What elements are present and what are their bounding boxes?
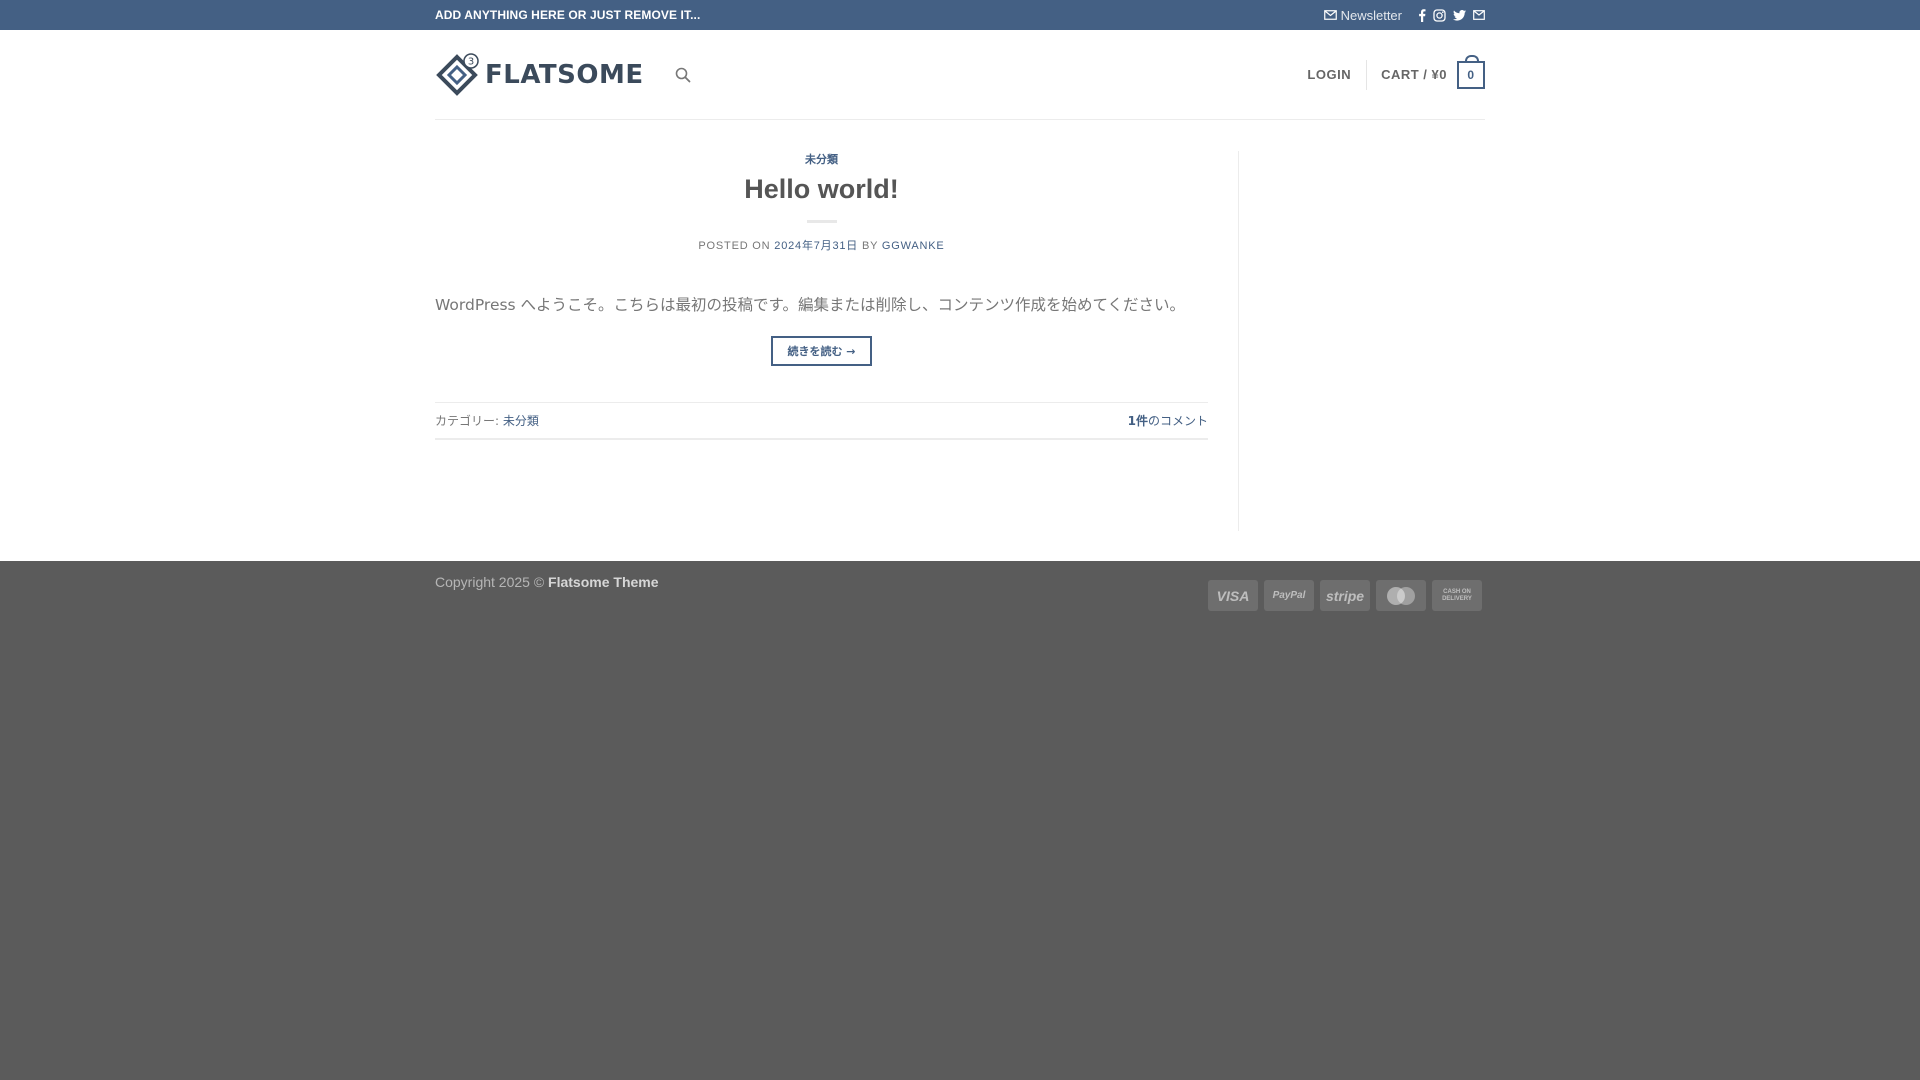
meta-author[interactable]: GGWANKE: [882, 240, 945, 252]
envelope-icon: [1323, 10, 1337, 20]
top-bar-notice: ADD ANYTHING HERE OR JUST REMOVE IT...: [435, 8, 701, 22]
comment-count: 1件: [1127, 414, 1148, 428]
cod-label: CASH ON DELIVERY: [1442, 588, 1472, 602]
comment-suffix: のコメント: [1147, 414, 1208, 428]
twitter-icon[interactable]: [1453, 9, 1466, 21]
newsletter-link[interactable]: Newsletter: [1323, 7, 1402, 23]
instagram-icon[interactable]: [1433, 8, 1446, 22]
copyright-brand[interactable]: Flatsome Theme: [548, 574, 658, 590]
paypal-icon: PayPal: [1264, 580, 1314, 611]
mastercard-icon: [1376, 580, 1426, 611]
login-link[interactable]: LOGIN: [1307, 59, 1368, 90]
footer-category-label: カテゴリー:: [435, 414, 500, 428]
meta-by: BY: [861, 240, 879, 252]
meta-date[interactable]: 2024年7月31日: [774, 240, 858, 252]
read-more-button[interactable]: 続きを読む →: [771, 336, 872, 366]
post-title[interactable]: Hello world!: [435, 174, 1208, 205]
newsletter-label: Newsletter: [1340, 7, 1402, 23]
post-excerpt: WordPress へようこそ。こちらは最初の投稿です。編集または削除し、コンテ…: [435, 296, 1186, 314]
copyright-prefix: Copyright 2025 ©: [435, 574, 545, 590]
cash-on-delivery-icon: CASH ON DELIVERY: [1432, 580, 1482, 611]
email-icon[interactable]: [1473, 10, 1485, 20]
post-meta: POSTED ON 2024年7月31日 BY GGWANKE: [435, 237, 1208, 253]
logo-text: FLATSOME: [485, 59, 644, 90]
meta-posted-on: POSTED ON: [698, 240, 771, 252]
site-header: 3 FLATSOME LOGIN CART / ¥0 0: [0, 30, 1920, 121]
logo-badge: 3: [468, 56, 474, 67]
stripe-icon: stripe: [1320, 580, 1370, 611]
flatsome-logo-icon: 3: [436, 52, 479, 96]
top-bar: ADD ANYTHING HERE OR JUST REMOVE IT... N…: [0, 0, 1920, 30]
paypal-label: PayPal: [1272, 590, 1306, 601]
cart-label: CART / ¥0: [1381, 67, 1447, 82]
sidebar-divider: [1238, 151, 1239, 531]
copyright: Copyright 2025 © Flatsome Theme: [435, 574, 659, 590]
stripe-label: stripe: [1325, 587, 1365, 604]
site-logo[interactable]: 3 FLATSOME: [435, 52, 644, 97]
footer-category-link[interactable]: 未分類: [503, 414, 539, 428]
title-divider: [806, 220, 837, 223]
search-icon[interactable]: [675, 67, 691, 83]
comments-link[interactable]: 1件のコメント: [1128, 412, 1208, 429]
site-footer: Copyright 2025 © Flatsome Theme VISA Pay…: [0, 561, 1920, 1080]
payment-icons: VISA PayPal stripe CASH ON DELIVERY: [1208, 580, 1482, 611]
footer-category: カテゴリー: 未分類: [435, 412, 539, 429]
visa-label: VISA: [1216, 587, 1250, 604]
post-category[interactable]: 未分類: [435, 151, 1208, 167]
blog-post: 未分類 Hello world! POSTED ON 2024年7月31日 BY…: [435, 151, 1208, 440]
cart-count-badge: 0: [1457, 54, 1485, 89]
post-footer: カテゴリー: 未分類 1件のコメント: [435, 402, 1208, 440]
visa-icon: VISA: [1208, 580, 1258, 611]
cart-link[interactable]: CART / ¥0 0: [1381, 54, 1485, 89]
facebook-icon[interactable]: [1418, 8, 1426, 22]
main-content: 未分類 Hello world! POSTED ON 2024年7月31日 BY…: [0, 121, 1920, 561]
